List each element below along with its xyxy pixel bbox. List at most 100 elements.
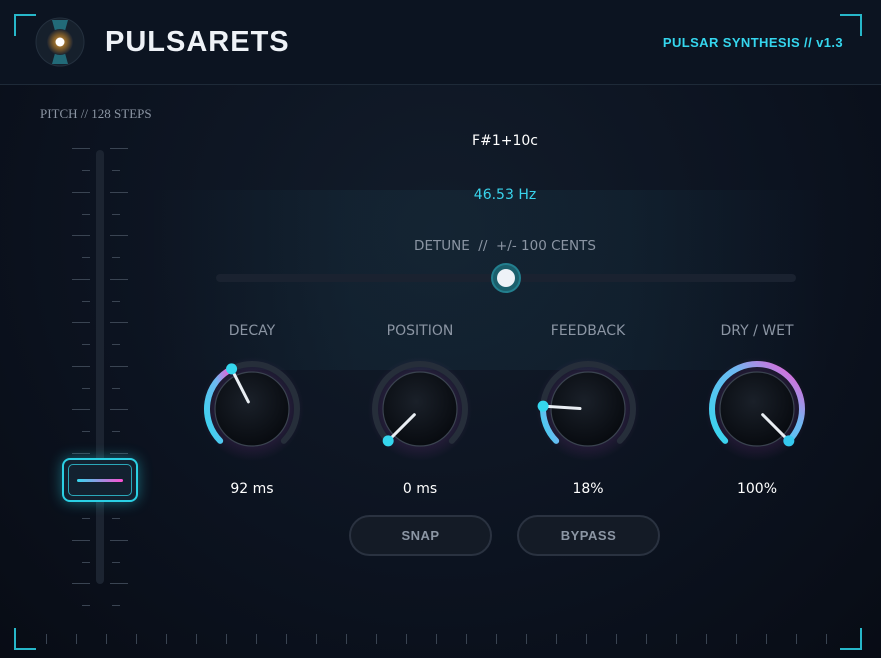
- position-label: POSITION: [386, 323, 454, 339]
- ruler-tick: [556, 634, 557, 644]
- pitch-scale-minor-tick: [112, 300, 120, 302]
- knob-value-dot: [537, 400, 549, 412]
- pitch-scale-minor-tick: [112, 257, 120, 258]
- ruler-tick: [706, 634, 707, 644]
- ruler-tick: [76, 634, 77, 644]
- ruler-tick: [316, 634, 317, 644]
- ruler-tick: [526, 634, 527, 644]
- pulsar-logo-icon: [35, 17, 85, 67]
- snap-button[interactable]: SNAP: [349, 515, 492, 556]
- pitch-scale-tick: [72, 235, 90, 236]
- pitch-scale-tick: [110, 539, 128, 541]
- pitch-scale-tick: [72, 452, 90, 454]
- decay-label: DECAY: [228, 323, 276, 339]
- pitch-slider-track[interactable]: [96, 150, 104, 584]
- pitch-scale-minor-tick: [82, 213, 90, 215]
- knob-body: [550, 371, 626, 447]
- pitch-scale-minor-tick: [82, 300, 90, 302]
- pitch-scale-tick: [72, 148, 90, 149]
- pitch-scale-minor-tick: [112, 561, 120, 563]
- pitch-scale-minor-tick: [82, 170, 90, 171]
- ruler-tick: [136, 634, 137, 644]
- frame-corner-top-left: [14, 14, 36, 36]
- pitch-scale-minor-tick: [82, 561, 90, 563]
- pitch-scale-tick: [72, 278, 90, 280]
- pitch-scale-minor-tick: [82, 387, 90, 389]
- ruler-tick: [166, 634, 167, 644]
- pitch-scale-tick: [110, 409, 128, 410]
- pitch-scale-minor-tick: [82, 257, 90, 258]
- pitch-scale-tick: [72, 322, 90, 323]
- ruler-tick: [106, 634, 107, 644]
- pitch-scale-minor-tick: [112, 344, 120, 345]
- pitch-note-readout: F#1+10c: [472, 133, 538, 149]
- pitch-scale-minor-tick: [112, 170, 120, 171]
- pitch-scale-tick: [110, 452, 128, 454]
- pitch-scale-minor-tick: [112, 431, 120, 432]
- ruler-tick: [256, 634, 257, 644]
- pitch-scale-minor-tick: [82, 344, 90, 345]
- detune-label: DETUNE // +/- 100 CENTS: [414, 238, 596, 254]
- pitch-scale-tick: [110, 148, 128, 149]
- app-title: PULSARETS: [105, 26, 290, 58]
- ruler-tick: [196, 634, 197, 644]
- ruler-tick: [496, 634, 497, 644]
- ruler-tick: [436, 634, 437, 644]
- pitch-scale-minor-tick: [82, 605, 90, 606]
- ruler-tick: [586, 634, 587, 644]
- ruler-tick: [406, 634, 407, 644]
- detune-slider-thumb[interactable]: [491, 263, 521, 293]
- pitch-scale-tick: [72, 191, 90, 193]
- pitch-scale-tick: [110, 235, 128, 236]
- decay-knob[interactable]: [200, 357, 304, 461]
- dry-wet-label: DRY / WET: [720, 323, 794, 339]
- feedback-knob[interactable]: [536, 357, 640, 461]
- feedback-label: FEEDBACK: [550, 323, 626, 339]
- pitch-scale-tick: [110, 191, 128, 193]
- position-knob[interactable]: [368, 357, 472, 461]
- ruler-tick: [376, 634, 377, 644]
- pitch-slider-thumb[interactable]: [62, 458, 138, 502]
- pitch-scale-tick: [72, 365, 90, 367]
- feedback-value: 18%: [572, 481, 604, 497]
- pitch-scale-minor-tick: [82, 431, 90, 432]
- ruler-tick: [346, 634, 347, 644]
- plugin-window: PULSARETS PULSAR SYNTHESIS // v1.3 PITCH…: [0, 0, 881, 658]
- ruler-tick: [826, 634, 827, 644]
- version-label: PULSAR SYNTHESIS // v1.3: [662, 35, 843, 50]
- pitch-scale-minor-tick: [112, 213, 120, 215]
- pitch-scale-minor-tick: [112, 387, 120, 389]
- bypass-button[interactable]: BYPASS: [517, 515, 660, 556]
- dry-wet-knob[interactable]: [705, 357, 809, 461]
- frame-corner-top-right: [840, 14, 862, 36]
- pitch-scale-tick: [72, 539, 90, 541]
- pitch-scale-tick: [110, 322, 128, 323]
- knob-value-dot: [226, 363, 238, 375]
- position-value: 0 ms: [402, 481, 438, 497]
- ruler-tick: [736, 634, 737, 644]
- ruler-tick: [46, 634, 47, 644]
- knob-value-dot: [783, 435, 795, 447]
- ruler-tick: [616, 634, 617, 644]
- ruler-tick: [286, 634, 287, 644]
- decay-value: 92 ms: [230, 481, 274, 497]
- pitch-frequency-readout: 46.53 Hz: [473, 187, 537, 203]
- ruler-tick: [226, 634, 227, 644]
- pitch-thumb-indicator: [77, 479, 123, 482]
- ruler-tick: [766, 634, 767, 644]
- pitch-scale-tick: [110, 365, 128, 367]
- knob-value-dot: [382, 435, 394, 447]
- pitch-scale-minor-tick: [112, 518, 120, 519]
- bottom-ruler: [0, 634, 881, 648]
- header-bar: PULSARETS PULSAR SYNTHESIS // v1.3: [0, 0, 881, 85]
- pitch-label: PITCH // 128 STEPS: [40, 106, 152, 121]
- pitch-scale-tick: [72, 583, 90, 584]
- pitch-scale-tick: [110, 278, 128, 280]
- ruler-tick: [796, 634, 797, 644]
- pitch-scale-minor-tick: [112, 605, 120, 606]
- ruler-tick: [646, 634, 647, 644]
- ruler-tick: [676, 634, 677, 644]
- ruler-tick: [466, 634, 467, 644]
- pitch-scale-tick: [110, 583, 128, 584]
- knob-body: [214, 371, 290, 447]
